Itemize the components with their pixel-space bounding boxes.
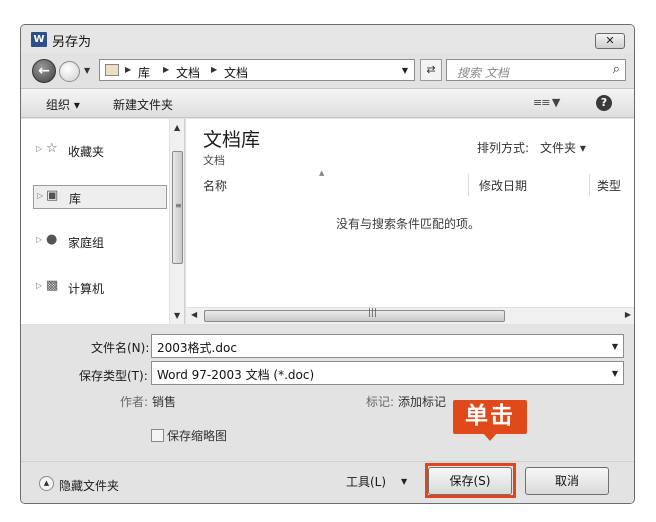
refresh-button[interactable]: ⇄ (420, 59, 442, 81)
empty-message: 没有与搜索条件匹配的项。 (336, 217, 481, 231)
scroll-right-icon[interactable]: ▶ (625, 310, 631, 319)
sort-dropdown[interactable]: 文件夹 ▾ (540, 139, 586, 156)
chevron-down-icon[interactable]: ▼ (612, 369, 618, 378)
divider (21, 461, 634, 462)
scroll-up-icon[interactable]: ▲ (174, 123, 180, 132)
breadcrumb-documents-sub[interactable]: 文档 (224, 64, 248, 81)
search-placeholder: 搜索 文档 (457, 66, 509, 80)
navigation-pane: ▷ ☆ 收藏夹 ▷ ▣ 库 ▷ ● 家庭组 ▷ ▩ 计算机 ▲ ≡ ▼ (21, 119, 185, 324)
dialog-title: 另存为 (52, 35, 92, 50)
nav-scrollbar[interactable]: ▲ ≡ ▼ (169, 119, 184, 324)
scrollbar-thumb[interactable] (204, 310, 505, 322)
cancel-button[interactable]: 取消 (525, 467, 609, 495)
nav-item-label: 家庭组 (68, 236, 105, 250)
sort-caret-icon: ▲ (319, 169, 325, 177)
chevron-down-icon[interactable]: ▼ (401, 477, 407, 486)
nav-item-library[interactable]: ▷ ▣ 库 (33, 185, 167, 209)
author-value[interactable]: 销售 (152, 393, 176, 410)
expand-icon[interactable]: ▷ (36, 144, 42, 153)
save-form: 文件名(N): 2003格式.doc ▼ 保存类型(T): Word 97-20… (21, 325, 634, 503)
help-icon[interactable]: ? (596, 95, 612, 111)
tools-menu[interactable]: 工具(L) (346, 473, 386, 490)
library-icon: ▣ (46, 188, 59, 203)
sort-label: 排列方式: (477, 141, 530, 155)
hide-folders-button[interactable]: 隐藏文件夹 (59, 477, 119, 494)
tags-value[interactable]: 添加标记 (398, 393, 446, 410)
address-dropdown-icon[interactable]: ▼ (402, 66, 408, 75)
view-options-icon[interactable]: ≡≡ ▼ (533, 96, 560, 109)
library-title: 文档库 (203, 129, 261, 151)
history-dropdown-icon[interactable]: ▼ (84, 66, 90, 75)
author-label: 作者: (120, 395, 149, 409)
breadcrumb-library[interactable]: 库 (138, 64, 150, 81)
close-button[interactable]: ✕ (595, 33, 625, 49)
homegroup-icon: ● (46, 232, 58, 247)
address-row: ← ▼ ▶ 库 ▶ 文档 ▶ 文档 ▼ ⇄ 搜索 文档 ⌕ (21, 53, 634, 87)
computer-icon: ▩ (46, 278, 59, 293)
filename-field[interactable]: 2003格式.doc ▼ (151, 334, 624, 358)
library-subtitle: 文档 (203, 154, 225, 167)
callout-pointer (483, 433, 497, 441)
nav-item-label: 库 (69, 192, 82, 206)
folder-icon (105, 64, 119, 76)
hide-folders-icon[interactable]: ▲ (39, 476, 54, 491)
forward-button[interactable] (59, 61, 80, 82)
save-thumbnail-label[interactable]: 保存缩略图 (167, 427, 227, 444)
search-input[interactable]: 搜索 文档 ⌕ (446, 59, 626, 81)
expand-icon[interactable]: ▷ (36, 235, 42, 244)
save-as-dialog: W 另存为 ✕ ← ▼ ▶ 库 ▶ 文档 ▶ 文档 ▼ ⇄ 搜索 文档 ⌕ 组织… (20, 24, 635, 504)
click-callout: 单击 (453, 400, 527, 434)
column-header-name[interactable]: 名称 (203, 177, 227, 194)
column-header-modified[interactable]: 修改日期 (479, 177, 527, 194)
breadcrumb-documents[interactable]: 文档 (176, 64, 200, 81)
save-thumbnail-checkbox[interactable] (151, 429, 164, 442)
word-app-icon: W (31, 32, 47, 47)
nav-item-label: 收藏夹 (68, 145, 105, 159)
title-bar: W 另存为 ✕ (21, 25, 634, 53)
chevron-right-icon[interactable]: ▶ (163, 65, 169, 74)
filename-value[interactable]: 2003格式.doc (157, 339, 237, 356)
chevron-right-icon[interactable]: ▶ (211, 65, 217, 74)
new-folder-button[interactable]: 新建文件夹 (113, 96, 173, 113)
file-list-pane: 文档库 文档 排列方式: 文件夹 ▾ ▲ 名称 修改日期 类型 没有与搜索条件匹… (186, 119, 634, 324)
filename-label: 文件名(N): (91, 341, 150, 355)
filetype-value: Word 97-2003 文档 (*.doc) (157, 368, 315, 382)
grip-icon: ||| (368, 308, 378, 318)
horizontal-scrollbar[interactable]: ◀ ||| ▶ (186, 307, 634, 324)
nav-item-label: 计算机 (68, 282, 105, 296)
expand-icon[interactable]: ▷ (37, 191, 43, 200)
search-icon[interactable]: ⌕ (613, 62, 620, 77)
chevron-down-icon[interactable]: ▼ (612, 342, 618, 351)
address-bar[interactable]: ▶ 库 ▶ 文档 ▶ 文档 ▼ (99, 59, 415, 81)
filetype-label: 保存类型(T): (79, 369, 148, 383)
column-separator[interactable] (589, 174, 590, 196)
column-separator[interactable] (468, 174, 469, 196)
grip-icon: ≡ (175, 201, 182, 210)
filetype-select[interactable]: Word 97-2003 文档 (*.doc) ▼ (151, 361, 624, 385)
scroll-down-icon[interactable]: ▼ (174, 311, 180, 320)
scroll-left-icon[interactable]: ◀ (191, 310, 197, 319)
chevron-right-icon[interactable]: ▶ (125, 65, 131, 74)
save-button[interactable]: 保存(S) (428, 467, 512, 495)
organize-menu[interactable]: 组织 ▾ (46, 96, 80, 113)
back-button[interactable]: ← (32, 59, 56, 83)
expand-icon[interactable]: ▷ (36, 281, 42, 290)
tags-label: 标记: (366, 395, 395, 409)
command-toolbar: 组织 ▾ 新建文件夹 ≡≡ ▼ ? (21, 88, 634, 118)
column-header-type[interactable]: 类型 (597, 177, 621, 194)
star-icon: ☆ (46, 141, 58, 156)
